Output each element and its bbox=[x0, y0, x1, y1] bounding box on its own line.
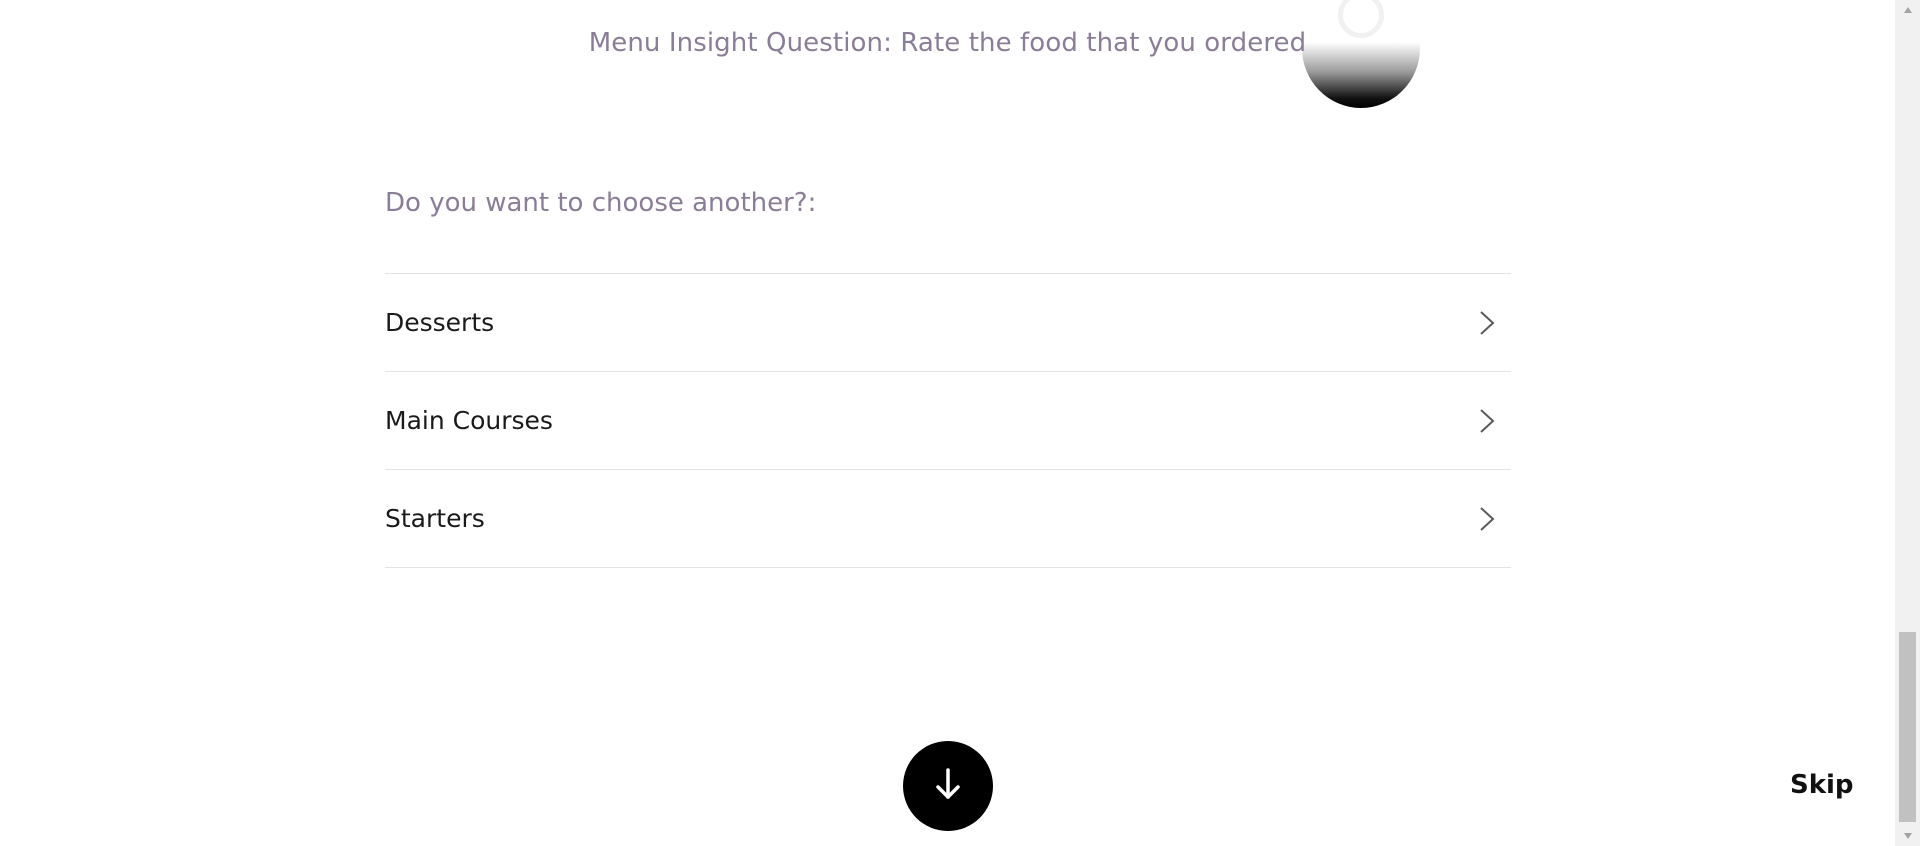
scroll-up-arrow-icon[interactable] bbox=[1895, 0, 1920, 20]
category-label: Starters bbox=[385, 504, 485, 533]
chevron-right-icon bbox=[1477, 505, 1497, 533]
category-item-desserts[interactable]: Desserts bbox=[385, 274, 1511, 372]
scroll-down-arrow-icon[interactable] bbox=[1895, 826, 1920, 846]
category-label: Desserts bbox=[385, 308, 495, 337]
chevron-right-icon bbox=[1477, 309, 1497, 337]
chevron-right-icon bbox=[1477, 407, 1497, 435]
category-label: Main Courses bbox=[385, 406, 553, 435]
vertical-scrollbar[interactable] bbox=[1895, 0, 1920, 846]
skip-button[interactable]: Skip bbox=[1790, 770, 1854, 800]
scroll-down-button[interactable] bbox=[903, 741, 993, 831]
question-title: Menu Insight Question: Rate the food tha… bbox=[588, 28, 1307, 58]
choose-another-label: Do you want to choose another?: bbox=[385, 188, 817, 218]
category-item-main-courses[interactable]: Main Courses bbox=[385, 372, 1511, 470]
arrow-down-icon bbox=[933, 767, 963, 805]
scrollbar-thumb[interactable] bbox=[1899, 632, 1916, 822]
category-list: Desserts Main Courses Starters bbox=[385, 273, 1511, 568]
category-item-starters[interactable]: Starters bbox=[385, 470, 1511, 568]
survey-page: Menu Insight Question: Rate the food tha… bbox=[0, 0, 1920, 846]
